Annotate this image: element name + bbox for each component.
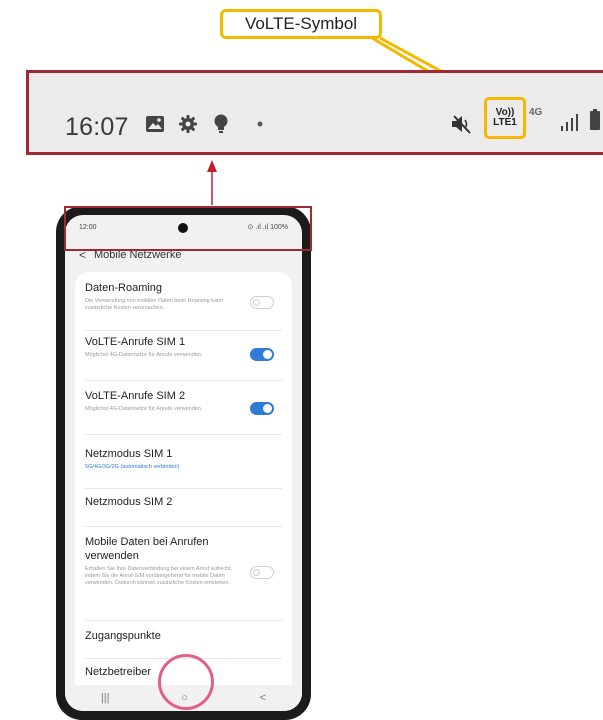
toggle-volte-sim1[interactable] xyxy=(250,348,274,361)
gallery-icon xyxy=(144,113,166,135)
recents-button[interactable]: ||| xyxy=(101,692,110,704)
setting-row-data-roaming[interactable]: Daten-Roaming Die Verwendung von mobilen… xyxy=(85,282,282,331)
setting-title: Zugangspunkte xyxy=(85,630,161,642)
network-type-label: 4G xyxy=(529,107,543,118)
setting-title: Netzmodus SIM 1 xyxy=(85,448,173,460)
status-time: 16:07 xyxy=(65,113,129,141)
mute-icon xyxy=(449,113,477,135)
setting-subtitle: Möglichst 4G-Datennetze für Anrufe verwe… xyxy=(85,405,203,412)
notification-dot-icon xyxy=(249,113,271,135)
back-arrow-icon[interactable]: < xyxy=(79,248,86,262)
back-button[interactable]: < xyxy=(260,692,266,704)
setting-subtitle: Möglichst 4G-Datennetze für Anrufe verwe… xyxy=(85,351,203,358)
setting-title: Mobile Daten bei Anrufen verwenden xyxy=(85,536,209,562)
volte-symbol-callout: VoLTE-Symbol xyxy=(220,9,382,39)
signal-icon xyxy=(559,111,581,133)
volte-icon: Vo)) LTE1 xyxy=(484,97,526,139)
setting-subtitle: Die Verwendung von mobilen Daten beim Ro… xyxy=(85,297,224,311)
page-title: Mobile Netzwerke xyxy=(94,249,182,261)
setting-row-volte-sim2[interactable]: VoLTE-Anrufe SIM 2 Möglichst 4G-Datennet… xyxy=(85,390,282,435)
gear-icon xyxy=(177,113,199,135)
front-camera xyxy=(178,223,188,233)
settings-card: Daten-Roaming Die Verwendung von mobilen… xyxy=(75,272,292,696)
battery-icon xyxy=(584,109,603,131)
setting-subtitle: Erhalten Sie Ihre Datenverbindung bei ei… xyxy=(85,565,233,586)
zoomed-status-bar: 16:07 Vo)) LTE1 4G xyxy=(26,70,603,155)
setting-row-network-mode-sim2[interactable]: Netzmodus SIM 2 xyxy=(85,496,282,527)
setting-subtitle: 5G/4G/3G/2G (automatisch verbinden) xyxy=(85,463,180,470)
setting-title: Daten-Roaming xyxy=(85,282,163,294)
phone-status-icons: ⊙ .ıl .ıl 100% xyxy=(247,224,289,231)
phone-screen: 12:00 ⊙ .ıl .ıl 100% < Mobile Netzwerke … xyxy=(65,215,302,711)
setting-title: VoLTE-Anrufe SIM 2 xyxy=(85,390,186,402)
setting-row-mobile-data-calls[interactable]: Mobile Daten bei Anrufen verwenden Erhal… xyxy=(85,536,282,621)
lte-label: LTE1 xyxy=(493,117,517,128)
toggle-data-roaming[interactable] xyxy=(250,296,274,309)
setting-title: Netzmodus SIM 2 xyxy=(85,496,173,508)
home-button-highlight xyxy=(158,654,214,710)
lightbulb-icon xyxy=(210,113,232,135)
page-header: < Mobile Netzwerke xyxy=(79,248,181,262)
setting-row-network-mode-sim1[interactable]: Netzmodus SIM 1 5G/4G/3G/2G (automatisch… xyxy=(85,448,282,489)
toggle-volte-sim2[interactable] xyxy=(250,402,274,415)
setting-row-volte-sim1[interactable]: VoLTE-Anrufe SIM 1 Möglichst 4G-Datennet… xyxy=(85,336,282,381)
setting-title: VoLTE-Anrufe SIM 1 xyxy=(85,336,186,348)
toggle-mobile-data-calls[interactable] xyxy=(250,566,274,579)
phone-status-time: 12:00 xyxy=(79,223,97,231)
phone-device: 12:00 ⊙ .ıl .ıl 100% < Mobile Netzwerke … xyxy=(56,206,311,720)
